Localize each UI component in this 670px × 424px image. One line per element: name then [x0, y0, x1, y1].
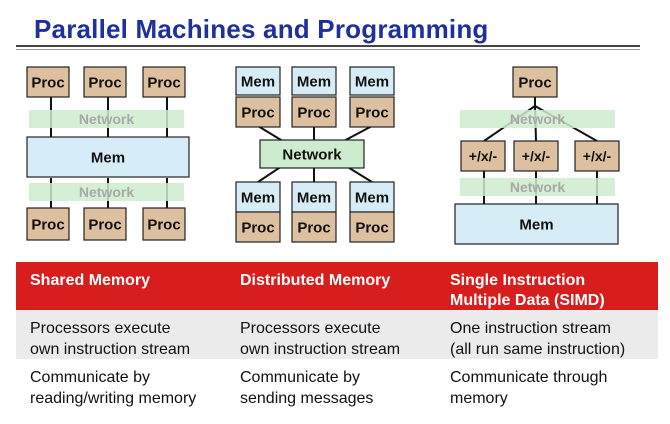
- dist-mem-top-1: Mem: [291, 66, 337, 96]
- dist-proc-bottom-1-label: Proc: [297, 219, 330, 236]
- simd-memory-box-label: Mem: [519, 216, 553, 233]
- shared-proc-bottom-2: Proc: [142, 207, 186, 241]
- simd-alu-2: +/x/-: [574, 140, 620, 172]
- dist-mem-bottom-2: Mem: [349, 181, 395, 213]
- shared-network-top-label: Network: [79, 111, 134, 127]
- simd-alu-0-label: +/x/-: [469, 148, 498, 164]
- dist-proc-top-1-label: Proc: [297, 104, 330, 121]
- simd-proc-box: Proc: [512, 66, 558, 98]
- cell-simd-execution: One instruction stream (all run same ins…: [450, 320, 626, 358]
- dist-mem-top-1-label: Mem: [297, 73, 331, 90]
- header-shared-memory: Shared Memory: [30, 272, 151, 289]
- shared-proc-top-2: Proc: [142, 66, 186, 98]
- shared-memory-box: Mem: [26, 136, 190, 178]
- simd-alu-1: +/x/-: [513, 140, 559, 172]
- simd-alu-1-label: +/x/-: [522, 148, 551, 164]
- dist-proc-top-1: Proc: [291, 96, 337, 128]
- shared-network-top: Network: [29, 110, 184, 128]
- dist-proc-bottom-2-label: Proc: [355, 219, 388, 236]
- dist-mem-bottom-1: Mem: [291, 181, 337, 213]
- cell-shared-execution: Processors execute own instruction strea…: [30, 320, 191, 358]
- simd-network-bottom-label: Network: [510, 179, 565, 195]
- dist-mem-bottom-0: Mem: [235, 181, 281, 213]
- shared-proc-top-1: Proc: [83, 66, 127, 98]
- dist-mem-top-2: Mem: [349, 66, 395, 96]
- table-row: Communicate by reading/writing memory Co…: [16, 359, 658, 408]
- shared-proc-top-1-label: Proc: [88, 74, 121, 91]
- shared-proc-bottom-1: Proc: [83, 207, 127, 241]
- shared-network-bottom-label: Network: [79, 184, 134, 200]
- shared-proc-bottom-2-label: Proc: [147, 216, 180, 233]
- dist-mem-top-2-label: Mem: [355, 73, 389, 90]
- shared-proc-bottom-1-label: Proc: [88, 216, 121, 233]
- dist-mem-top-0: Mem: [235, 66, 281, 96]
- table-row: Processors execute own instruction strea…: [16, 310, 658, 359]
- cell-simd-communication: Communicate through memory: [450, 369, 608, 407]
- table-header-row: Shared Memory Distributed Memory Single …: [16, 262, 658, 310]
- dist-proc-top-2: Proc: [349, 96, 395, 128]
- dist-mem-bottom-0-label: Mem: [241, 189, 275, 206]
- comparison-table: Shared Memory Distributed Memory Single …: [16, 262, 658, 408]
- dist-mem-top-0-label: Mem: [241, 73, 275, 90]
- shared-proc-top-0: Proc: [26, 66, 70, 98]
- dist-proc-top-0-label: Proc: [241, 104, 274, 121]
- simd-proc-box-label: Proc: [518, 74, 551, 91]
- simd-alu-0: +/x/-: [460, 140, 506, 172]
- simd-network-top-label: Network: [510, 111, 565, 127]
- dist-mem-bottom-1-label: Mem: [297, 189, 331, 206]
- shared-proc-bottom-0: Proc: [26, 207, 70, 241]
- dist-proc-bottom-2: Proc: [349, 211, 395, 243]
- shared-proc-bottom-0-label: Proc: [31, 216, 64, 233]
- cell-distributed-execution: Processors execute own instruction strea…: [240, 320, 401, 358]
- architecture-diagrams: Network Mem Network Proc Proc Proc Proc Proc Pro…: [26, 66, 620, 245]
- shared-memory-box-label: Mem: [91, 149, 125, 166]
- shared-proc-top-2-label: Proc: [147, 74, 180, 91]
- simd-network-top: Network: [460, 110, 615, 128]
- simd-network-bottom: Network: [460, 178, 615, 196]
- dist-mem-bottom-2-label: Mem: [355, 189, 389, 206]
- dist-proc-bottom-0: Proc: [235, 211, 281, 243]
- dist-proc-bottom-1: Proc: [291, 211, 337, 243]
- cell-shared-communication: Communicate by reading/writing memory: [30, 369, 197, 407]
- simd-memory-box: Mem: [454, 203, 619, 245]
- simd-alu-2-label: +/x/-: [583, 148, 612, 164]
- header-simd: Single Instruction Multiple Data (SIMD): [450, 272, 605, 309]
- dist-proc-top-0: Proc: [235, 96, 281, 128]
- dist-network-box-label: Network: [282, 146, 342, 163]
- header-distributed-memory: Distributed Memory: [240, 272, 391, 289]
- cell-distributed-communication: Communicate by sending messages: [240, 369, 374, 407]
- dist-proc-top-2-label: Proc: [355, 104, 388, 121]
- shared-proc-top-0-label: Proc: [31, 74, 64, 91]
- dist-network-box: Network: [259, 139, 365, 169]
- shared-network-bottom: Network: [29, 183, 184, 201]
- dist-proc-bottom-0-label: Proc: [241, 219, 274, 236]
